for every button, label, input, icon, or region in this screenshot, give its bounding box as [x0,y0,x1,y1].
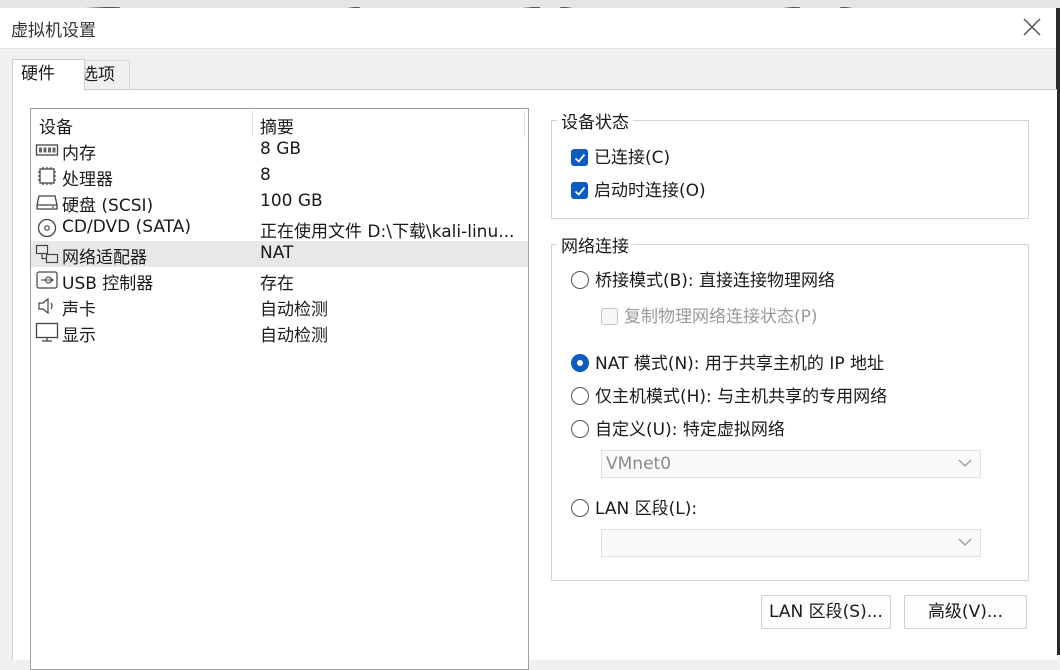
checkbox-checked-icon [571,182,588,199]
device-name: 处理器 [62,170,113,190]
radio-unselected-icon [571,387,589,405]
replicate-state-checkbox[interactable]: 复制物理网络连接状态(P) [601,302,818,327]
device-status-legend: 设备状态 [561,113,629,133]
custom-network-value: VMnet0 [606,454,672,474]
device-summary: NAT [260,243,294,263]
device-list-header: 设备 摘要 [31,109,528,138]
bridged-mode-label: 桥接模式(B): 直接连接物理网络 [595,271,836,291]
connected-label: 已连接(C) [594,148,671,168]
device-row-hard-disk[interactable]: 硬盘 (SCSI) 100 GB [31,189,528,216]
lan-segment-radio[interactable]: LAN 区段(L): [571,494,697,519]
chevron-down-icon [958,459,972,467]
column-divider[interactable] [524,111,525,137]
nat-mode-label: NAT 模式(N): 用于共享主机的 IP 地址 [595,354,884,374]
checkbox-unchecked-icon [601,308,618,325]
column-header-device[interactable]: 设备 [39,113,73,138]
memory-icon [35,144,59,156]
lan-segments-button[interactable]: LAN 区段(S)... [761,595,891,629]
connected-checkbox[interactable]: 已连接(C) [571,143,670,168]
device-row-network-adapter[interactable]: 网络适配器 NAT [31,241,528,268]
radio-unselected-icon [571,271,589,289]
close-icon [1023,18,1041,36]
device-row-cd-dvd[interactable]: CD/DVD (SATA) 正在使用文件 D:\下载\kali-linu... [31,215,528,242]
radio-unselected-icon [571,499,589,517]
network-adapter-icon [35,244,59,264]
custom-network-radio[interactable]: 自定义(U): 特定虚拟网络 [571,415,785,440]
speaker-icon [38,297,53,315]
device-summary: 8 GB [260,139,302,159]
host-only-mode-label: 仅主机模式(H): 与主机共享的专用网络 [595,387,888,407]
device-row-processor[interactable]: 处理器 8 [31,163,528,190]
checkbox-checked-icon [571,149,588,166]
desktop-background-strip [0,0,1060,8]
device-summary: 8 [260,165,271,185]
device-summary: 100 GB [260,191,323,211]
tab-hardware[interactable]: 硬件 [12,59,85,91]
network-connection-legend: 网络连接 [561,237,629,257]
lan-segment-label: LAN 区段(L): [595,499,698,519]
device-row-usb[interactable]: USB 控制器 存在 [31,267,528,294]
usb-icon [36,271,58,289]
nat-mode-radio[interactable]: NAT 模式(N): 用于共享主机的 IP 地址 [571,349,884,374]
device-name: 声卡 [62,300,96,320]
lan-segment-select[interactable] [601,529,981,557]
device-list[interactable]: 设备 摘要 内存 8 GB 处理器 8 硬盘 (SCSI) 100 GB CD/… [30,108,529,670]
device-row-sound-card[interactable]: 声卡 自动检测 [31,293,528,320]
device-name: 硬盘 (SCSI) [62,196,154,216]
custom-network-label: 自定义(U): 特定虚拟网络 [595,420,785,440]
connect-at-power-on-checkbox[interactable]: 启动时连接(O) [571,176,706,201]
column-divider[interactable] [252,111,253,137]
hard-disk-icon [36,195,58,210]
replicate-state-label: 复制物理网络连接状态(P) [624,307,818,327]
radio-selected-icon [571,354,589,372]
device-summary: 自动检测 [260,326,328,346]
window-title: 虚拟机设置 [11,21,96,41]
device-name: 内存 [62,144,96,164]
device-summary: 自动检测 [260,300,328,320]
custom-network-select[interactable]: VMnet0 [601,450,981,478]
device-row-memory[interactable]: 内存 8 GB [31,137,528,164]
connect-at-power-on-label: 启动时连接(O) [594,181,706,201]
device-row-display[interactable]: 显示 自动检测 [31,319,528,346]
device-summary: 正在使用文件 D:\下载\kali-linu... [260,222,515,242]
close-button[interactable] [1016,14,1048,42]
cpu-icon [38,167,56,185]
chevron-down-icon [958,538,972,546]
cd-dvd-icon [37,218,57,238]
radio-unselected-icon [571,420,589,438]
advanced-button[interactable]: 高级(V)... [904,595,1027,629]
device-summary: 存在 [260,274,294,294]
device-name: USB 控制器 [62,274,154,294]
host-only-mode-radio[interactable]: 仅主机模式(H): 与主机共享的专用网络 [571,382,887,407]
bridged-mode-radio[interactable]: 桥接模式(B): 直接连接物理网络 [571,266,835,291]
column-header-summary[interactable]: 摘要 [260,113,294,138]
device-name: 显示 [62,326,96,346]
device-name: CD/DVD (SATA) [62,217,191,237]
monitor-icon [35,322,59,342]
title-bar: 虚拟机设置 [0,8,1060,49]
device-name: 网络适配器 [62,248,147,268]
